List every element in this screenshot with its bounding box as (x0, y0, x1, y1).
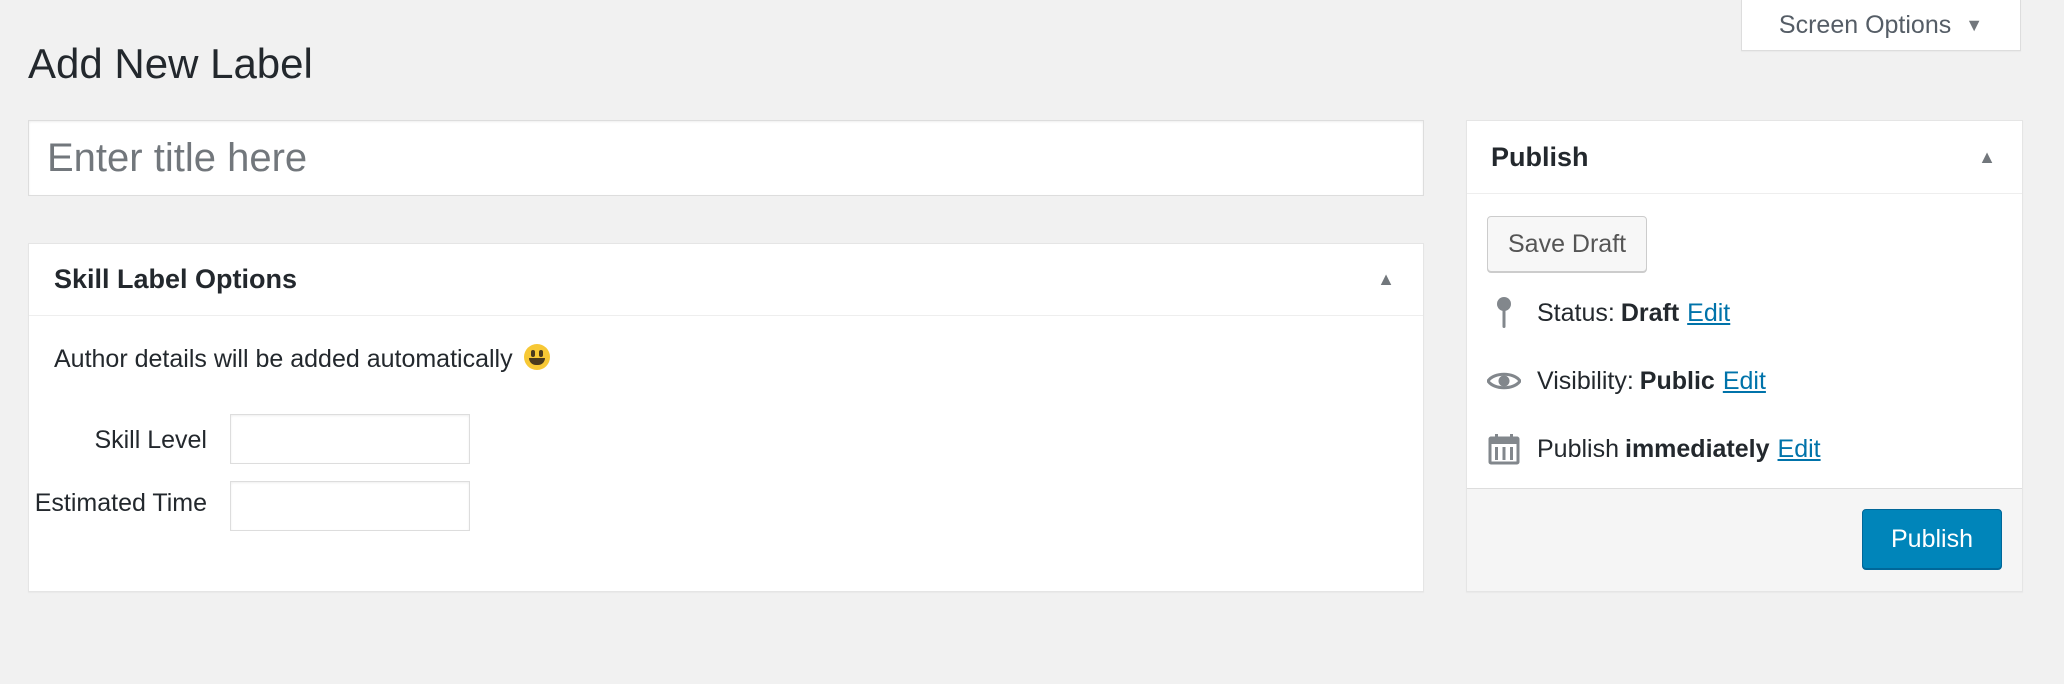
estimated-time-input[interactable] (230, 481, 470, 531)
publish-actions: Publish (1467, 488, 2022, 591)
skill-label-options-box: Skill Label Options ▲ Author details wil… (28, 243, 1424, 592)
visibility-value: Public (1639, 366, 1715, 395)
skill-box-header[interactable]: Skill Label Options ▲ (29, 244, 1423, 316)
grinning-face-icon (523, 344, 550, 370)
visibility-label: Visibility: (1537, 366, 1634, 395)
status-edit-link[interactable]: Edit (1687, 299, 1730, 328)
pin-icon (1487, 296, 1521, 330)
triangle-down-icon: ▼ (1965, 14, 1984, 35)
schedule-value: immediately (1625, 434, 1770, 463)
skill-box-title: Skill Label Options (54, 264, 298, 294)
skill-level-input[interactable] (230, 414, 470, 464)
status-value: Draft (1620, 298, 1680, 327)
calendar-icon (1487, 432, 1521, 466)
estimated-time-row: Estimated Time (29, 481, 470, 531)
eye-icon (1487, 364, 1521, 398)
publish-box-header[interactable]: Publish ▲ (1467, 121, 2022, 194)
visibility-edit-link[interactable]: Edit (1723, 367, 1766, 396)
skill-level-row: Skill Level (29, 414, 470, 464)
skill-level-label: Skill Level (94, 426, 207, 454)
publish-box-title: Publish (1491, 141, 1589, 172)
triangle-up-icon[interactable]: ▲ (1978, 147, 1996, 168)
author-note-text: Author details will be added automatical… (54, 345, 513, 373)
save-draft-button[interactable]: Save Draft (1487, 216, 1648, 272)
estimated-time-label: Estimated Time (34, 489, 207, 517)
title-input[interactable] (28, 120, 1424, 196)
triangle-up-icon[interactable]: ▲ (1377, 269, 1395, 290)
status-row: Status: Draft Edit (1487, 296, 1730, 330)
author-note: Author details will be added automatical… (54, 344, 550, 374)
status-label: Status: (1537, 298, 1615, 327)
screen-options-button[interactable]: Screen Options ▼ (1741, 0, 2021, 51)
publish-button[interactable]: Publish (1862, 509, 2002, 569)
schedule-label: Publish (1537, 434, 1619, 463)
schedule-edit-link[interactable]: Edit (1778, 435, 1821, 464)
publish-box: Publish ▲ Save Draft Status: Draft Edit … (1466, 120, 2023, 592)
visibility-row: Visibility: Public Edit (1487, 364, 1766, 398)
page-title: Add New Label (28, 40, 313, 87)
screen-options-label: Screen Options (1778, 10, 1952, 39)
publish-time-row: Publish immediately Edit (1487, 432, 1821, 466)
